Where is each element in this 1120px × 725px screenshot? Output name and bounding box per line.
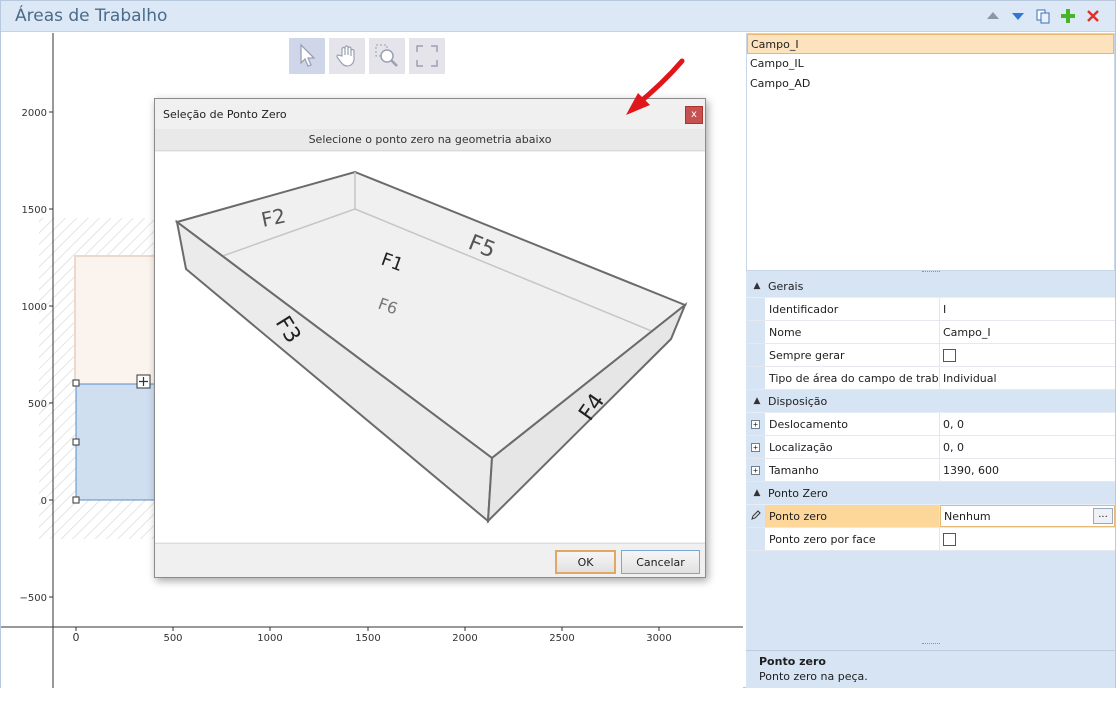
pencil-icon (750, 509, 761, 523)
sempre-gerar-checkbox[interactable] (943, 348, 956, 362)
category-disposicao[interactable]: ▲ Disposição (746, 390, 1115, 413)
ok-button[interactable]: OK (555, 550, 616, 574)
move-handle-icon[interactable] (136, 374, 151, 389)
help-text: Ponto zero na peça. (759, 670, 868, 683)
dialog-subtitle: Selecione o ponto zero na geometria abai… (155, 129, 705, 151)
y-tick-label: −500 (20, 593, 47, 604)
y-tick-label: 2000 (22, 108, 47, 119)
fit-view-icon[interactable] (409, 38, 445, 74)
collapse-caret-icon[interactable]: ▲ (746, 488, 768, 498)
y-tick-label: 1500 (22, 205, 47, 216)
canvas-toolbar (289, 38, 445, 74)
prop-row[interactable]: Tipo de área do campo de traba… Individu… (746, 367, 1115, 390)
resize-handle[interactable] (72, 438, 80, 446)
prop-row[interactable]: + Tamanho 1390, 600 (746, 459, 1115, 482)
ponto-zero-face-checkbox[interactable] (943, 532, 956, 546)
resize-handle[interactable] (72, 379, 80, 387)
prop-row[interactable]: + Localização 0, 0 (746, 436, 1115, 459)
resize-handle[interactable] (72, 496, 80, 504)
ellipsis-button[interactable]: ... (1093, 508, 1113, 524)
selected-field-rect[interactable] (75, 383, 160, 501)
right-panel: Campo_I Campo_IL Campo_AD ▲ Gerais Ident… (746, 33, 1115, 688)
x-tick-label: 2500 (549, 633, 574, 644)
x-tick-label: 2000 (452, 633, 477, 644)
window-title: Áreas de Trabalho (15, 6, 168, 26)
help-title: Ponto zero (759, 655, 826, 668)
property-grid: ▲ Gerais Identificador I Nome Campo_I Se… (746, 275, 1115, 551)
copy-icon[interactable] (1035, 8, 1051, 24)
ponto-zero-value[interactable]: Nenhum (944, 510, 991, 523)
list-item[interactable]: Campo_IL (747, 54, 1114, 74)
add-icon[interactable] (1060, 8, 1076, 24)
x-tick-label: 1000 (257, 633, 282, 644)
y-tick-label: 1000 (22, 302, 47, 313)
prop-row[interactable]: Sempre gerar (746, 344, 1115, 367)
prop-row[interactable]: + Deslocamento 0, 0 (746, 413, 1115, 436)
list-item[interactable]: Campo_AD (747, 74, 1114, 94)
x-tick-label: 0 (73, 631, 80, 644)
geometry-view[interactable]: F1 F2 F3 F4 F5 F6 (155, 152, 705, 542)
arrow-up-icon[interactable] (985, 8, 1001, 24)
category-gerais[interactable]: ▲ Gerais (746, 275, 1115, 298)
zero-point-dialog: Seleção de Ponto Zero x Selecione o pont… (154, 98, 706, 578)
prop-row[interactable]: Identificador I (746, 298, 1115, 321)
workarea-list: Campo_I Campo_IL Campo_AD (746, 33, 1115, 271)
zoom-icon[interactable] (369, 38, 405, 74)
prop-row-selected[interactable]: Ponto zero Nenhum ... (746, 505, 1115, 528)
cancel-button[interactable]: Cancelar (621, 550, 700, 574)
y-tick-label: 500 (28, 399, 47, 410)
box-geometry[interactable]: F1 F2 F3 F4 F5 F6 (155, 152, 705, 542)
x-tick-label: 3000 (646, 633, 671, 644)
pointer-tool-icon[interactable] (289, 38, 325, 74)
list-item[interactable]: Campo_I (747, 34, 1114, 54)
help-box: Ponto zero Ponto zero na peça. (746, 650, 1115, 688)
workarea-field-upper (74, 255, 160, 387)
arrow-down-icon[interactable] (1010, 8, 1026, 24)
dialog-title: Seleção de Ponto Zero (163, 108, 287, 121)
annotation-arrow-icon (626, 58, 685, 115)
expand-plus-icon[interactable]: + (751, 465, 760, 475)
face-label[interactable]: F2 (259, 203, 288, 232)
prop-row[interactable]: Ponto zero por face (746, 528, 1115, 551)
expand-plus-icon[interactable]: + (751, 419, 760, 429)
collapse-caret-icon[interactable]: ▲ (746, 281, 768, 291)
prop-row[interactable]: Nome Campo_I (746, 321, 1115, 344)
title-bar: Áreas de Trabalho (1, 1, 1115, 32)
collapse-caret-icon[interactable]: ▲ (746, 396, 768, 406)
help-splitter[interactable] (746, 641, 1115, 647)
x-tick-label: 1500 (355, 633, 380, 644)
category-ponto-zero[interactable]: ▲ Ponto Zero (746, 482, 1115, 505)
x-tick-label: 500 (163, 633, 182, 644)
delete-icon[interactable] (1085, 8, 1101, 24)
y-tick-label: 0 (41, 496, 47, 507)
title-toolbar (985, 8, 1101, 24)
pan-hand-icon[interactable] (329, 38, 365, 74)
dialog-footer: OK Cancelar (155, 543, 705, 577)
expand-plus-icon[interactable]: + (751, 442, 760, 452)
